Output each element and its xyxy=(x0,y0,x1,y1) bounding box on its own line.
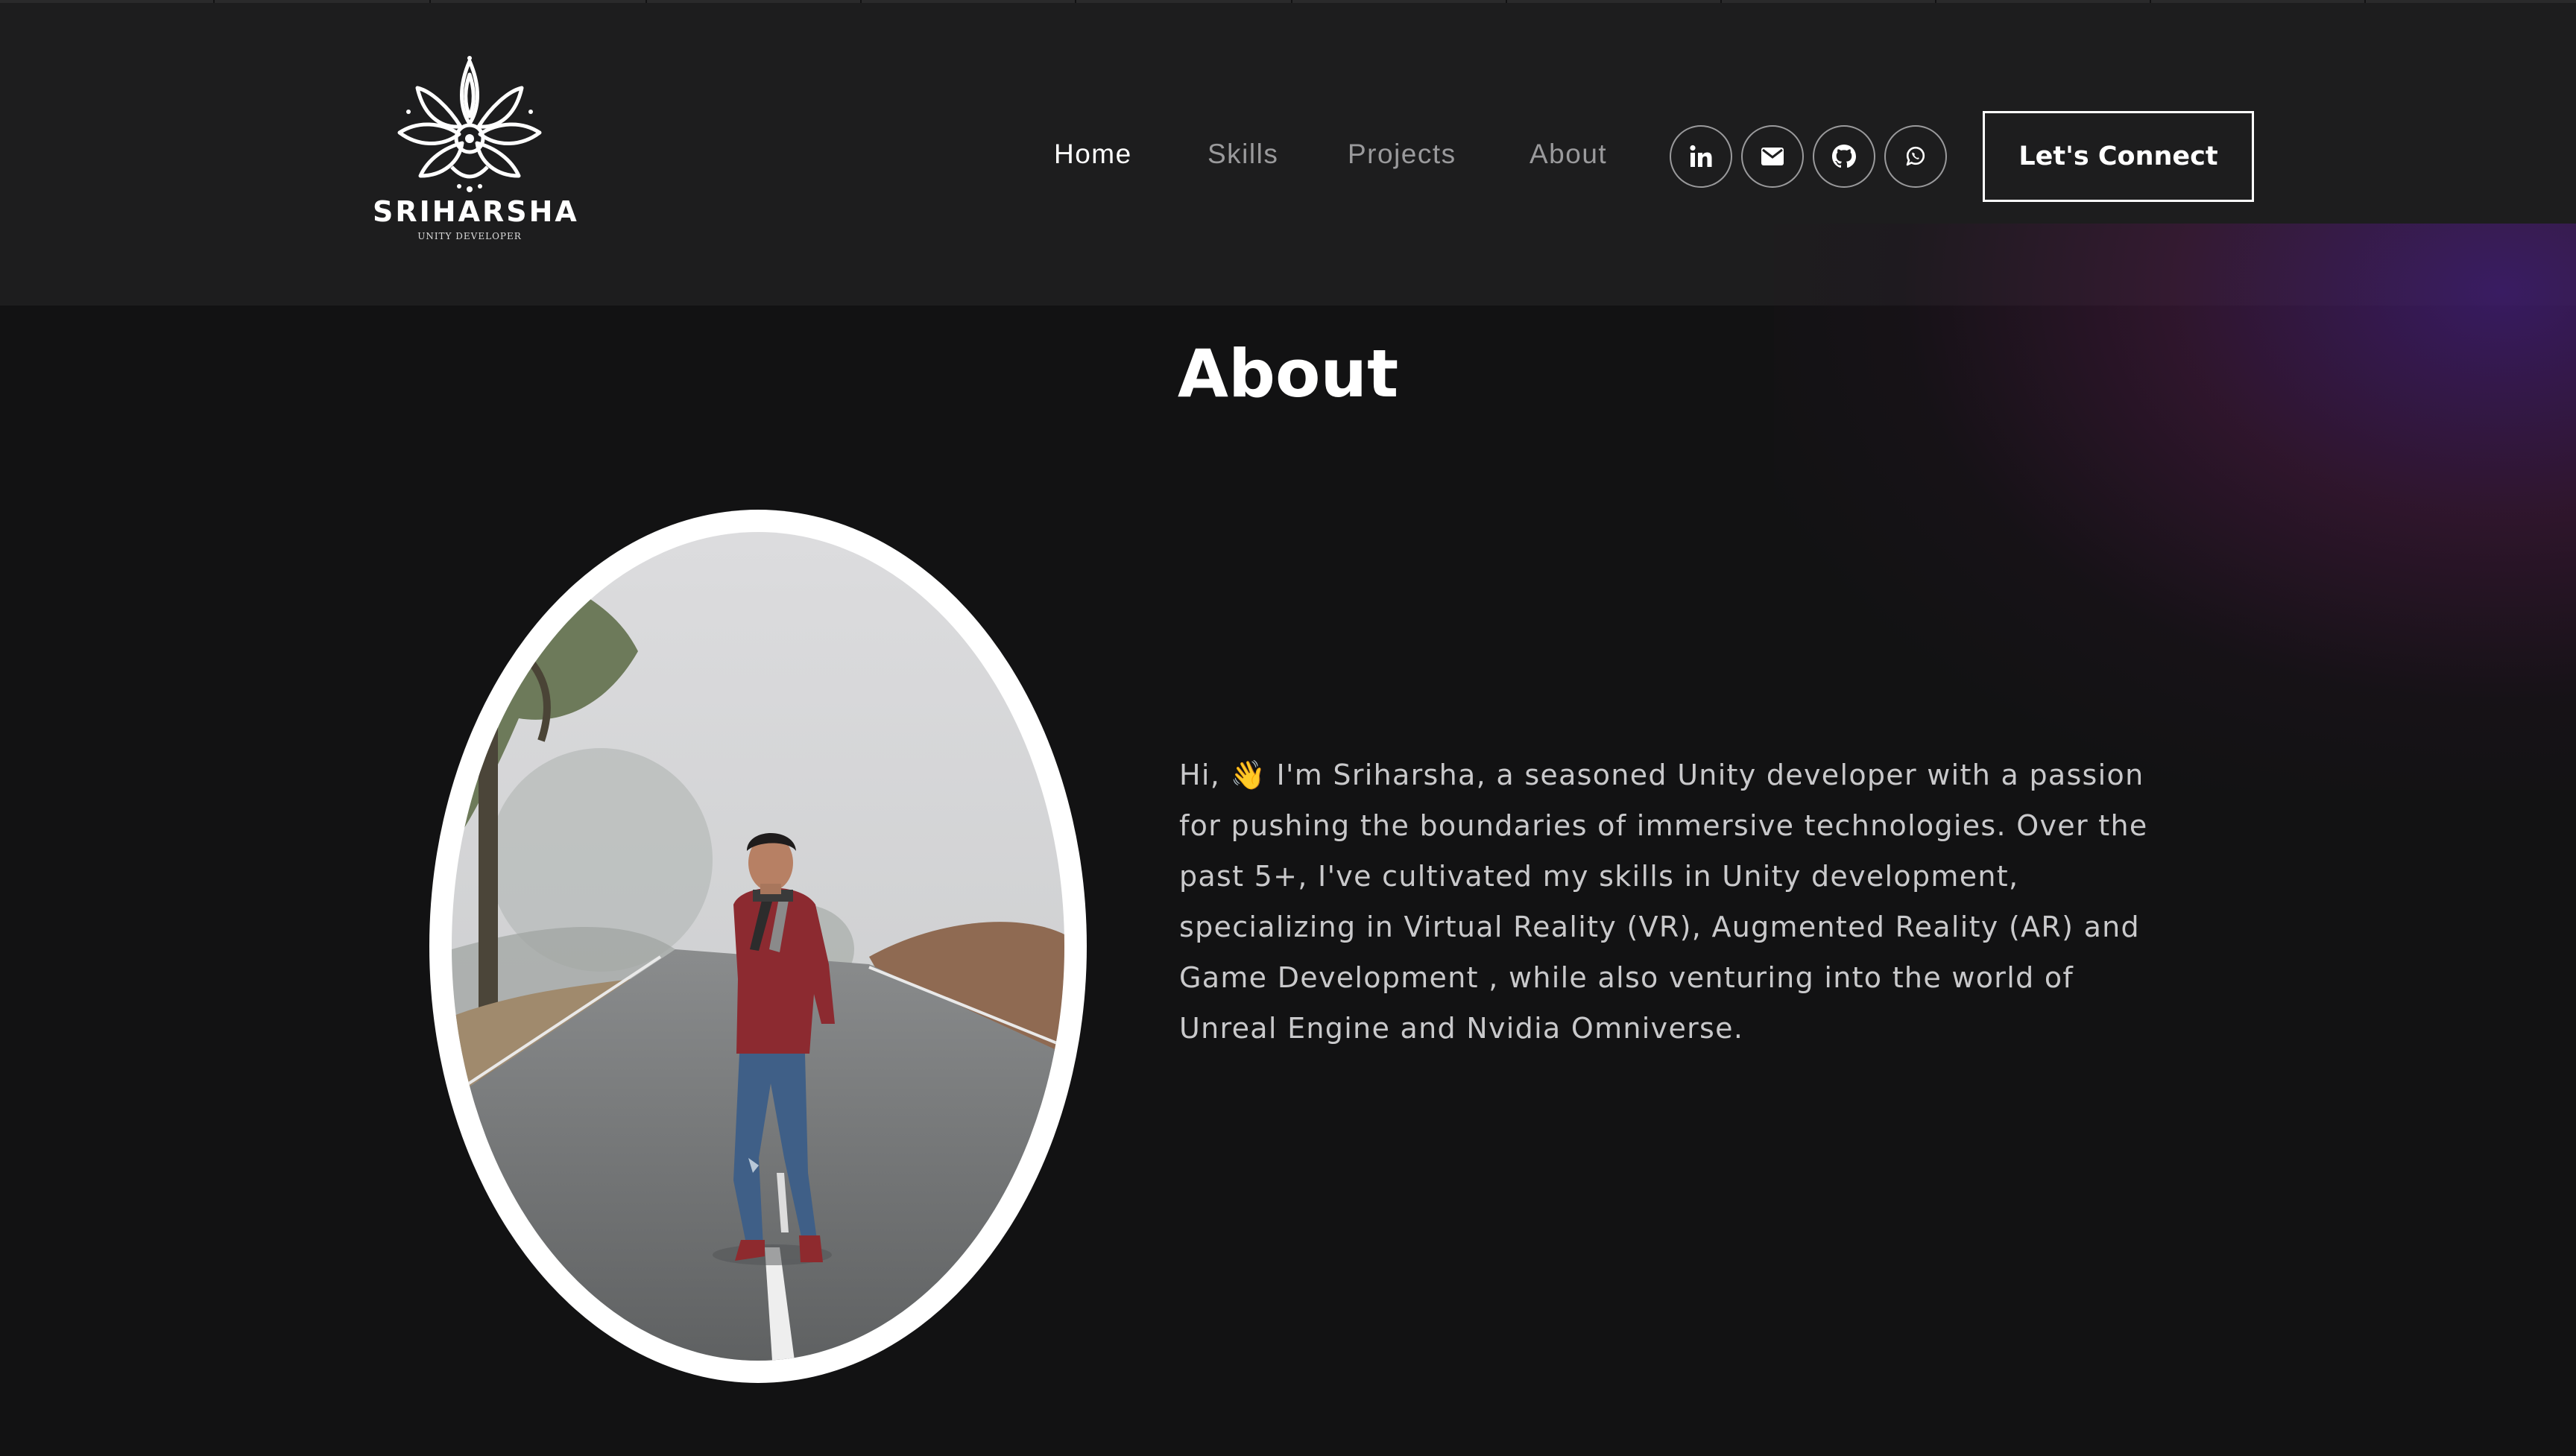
nav-item-about[interactable]: About xyxy=(1530,139,1607,170)
github-button[interactable] xyxy=(1813,125,1875,188)
section-title-about: About xyxy=(1177,335,1399,412)
brand-tagline: UNITY DEVELOPER xyxy=(417,231,522,241)
page: SRIHARSHA UNITY DEVELOPER Home Skills Pr… xyxy=(0,0,2576,1456)
whatsapp-icon xyxy=(1906,146,1925,166)
about-bio-text: Hi, 👋 I'm Sriharsha, a seasoned Unity de… xyxy=(1179,759,2148,1045)
whatsapp-button[interactable] xyxy=(1884,125,1947,188)
nav-item-projects[interactable]: Projects xyxy=(1348,139,1456,170)
nav-item-home[interactable]: Home xyxy=(1054,139,1132,170)
lets-connect-button[interactable]: Let's Connect xyxy=(1983,111,2254,202)
linkedin-button[interactable] xyxy=(1670,125,1732,188)
mandala-flower-icon xyxy=(397,56,542,192)
site-header: SRIHARSHA UNITY DEVELOPER Home Skills Pr… xyxy=(0,3,2576,306)
github-icon xyxy=(1832,145,1856,168)
profile-photo-illustration xyxy=(452,532,1064,1361)
linkedin-icon xyxy=(1690,145,1712,167)
nav-item-skills[interactable]: Skills xyxy=(1208,139,1278,170)
email-button[interactable] xyxy=(1741,125,1804,188)
brand-name: SRIHARSHA xyxy=(373,195,579,228)
background-glow xyxy=(1774,224,2576,790)
profile-photo xyxy=(429,510,1087,1383)
brand-logo[interactable]: SRIHARSHA UNITY DEVELOPER xyxy=(373,55,579,249)
mail-icon xyxy=(1761,148,1784,165)
